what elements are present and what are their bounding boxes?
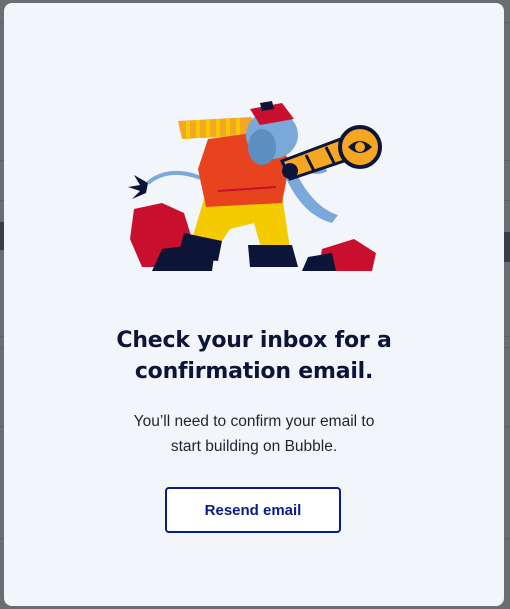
background-text-fragment bbox=[504, 232, 510, 262]
confirmation-modal: Check your inbox for a confirmation emai… bbox=[4, 3, 504, 606]
resend-email-button[interactable]: Resend email bbox=[165, 487, 341, 533]
heading-line-1: Check your inbox for a bbox=[116, 328, 392, 353]
heading-line-2: confirmation email. bbox=[134, 359, 374, 384]
description-line-2: start building on Bubble. bbox=[170, 438, 338, 455]
description-line-1: You’ll need to confirm your email to bbox=[133, 413, 375, 430]
elephant-with-spyglass-icon bbox=[128, 101, 382, 271]
modal-description: You’ll need to confirm your email to sta… bbox=[4, 409, 504, 459]
modal-heading: Check your inbox for a confirmation emai… bbox=[4, 325, 504, 387]
